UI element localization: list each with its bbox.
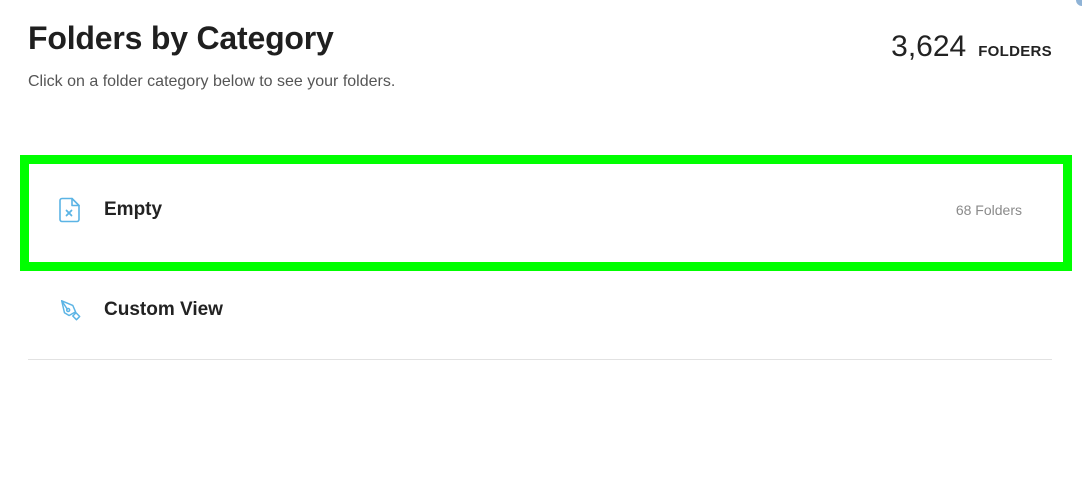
total-folders-unit: FOLDERS xyxy=(978,43,1052,60)
folders-by-category-page: Folders by Category Click on a folder ca… xyxy=(0,0,1082,498)
empty-file-icon xyxy=(58,197,82,223)
corner-accent xyxy=(1076,0,1082,6)
page-subtitle: Click on a folder category below to see … xyxy=(28,73,396,90)
category-row-empty[interactable]: Empty 68 Folders xyxy=(28,160,1052,260)
category-row-custom-view[interactable]: Custom View xyxy=(28,260,1052,360)
category-count-empty: 68 Folders xyxy=(955,202,1022,218)
page-header: Folders by Category Click on a folder ca… xyxy=(28,18,1052,108)
total-folders: 3,624 FOLDERS xyxy=(891,30,1052,64)
category-list: Empty 68 Folders Custom View xyxy=(28,160,1052,360)
category-label-empty: Empty xyxy=(104,199,163,220)
total-folders-count: 3,624 xyxy=(891,30,967,63)
pen-tool-icon xyxy=(58,297,82,323)
category-label-custom-view: Custom View xyxy=(104,298,223,320)
